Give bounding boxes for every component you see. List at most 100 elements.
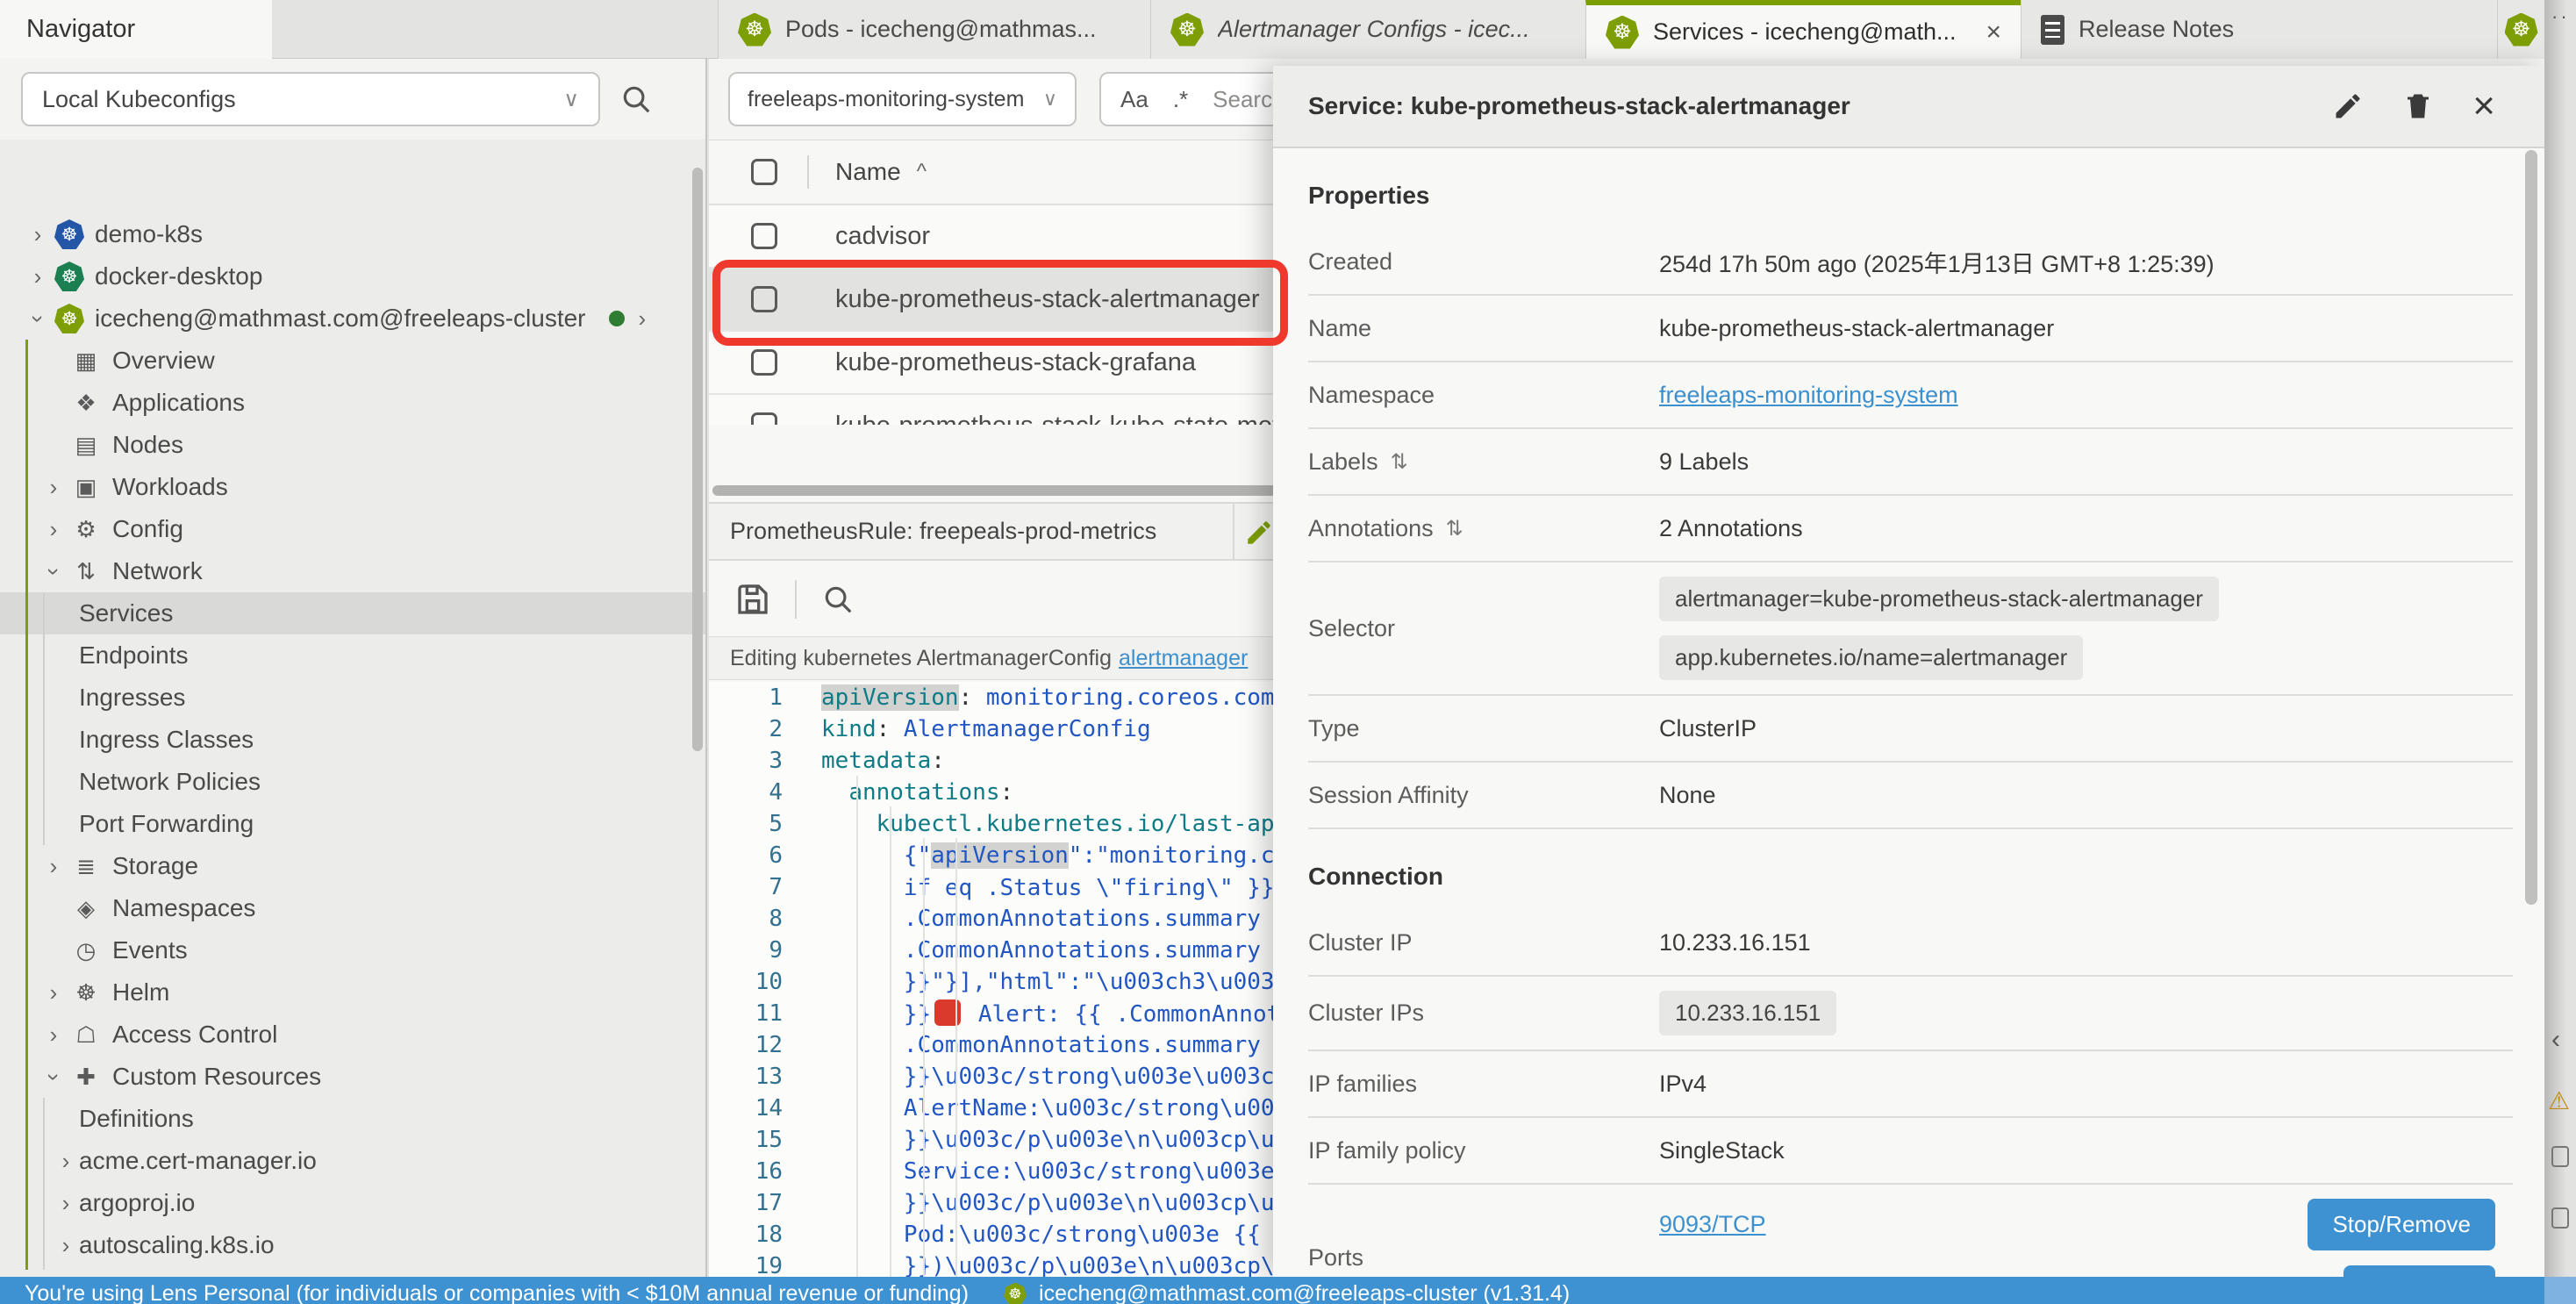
regex-icon[interactable]: .* <box>1173 86 1188 113</box>
stop-remove-button[interactable]: Stop/Remove <box>2308 1199 2495 1250</box>
code-token: .CommonAnnotations.summary }} <box>821 906 1302 932</box>
chevron-down-icon[interactable]: › <box>37 558 70 585</box>
property-label-text: Ports <box>1308 1244 1363 1272</box>
chevron-right-icon[interactable]: › <box>21 263 54 290</box>
sidebar-item-label: Network Policies <box>79 768 261 796</box>
tab-services[interactable]: ☸Services - icecheng@math...× <box>1585 0 2021 59</box>
chevron-right-icon[interactable]: › <box>21 221 54 248</box>
line-number: 13 <box>709 1064 805 1090</box>
tab-pods[interactable]: ☸Pods - icecheng@mathmas... <box>718 0 1150 59</box>
row-checkbox[interactable] <box>751 223 777 249</box>
tab-release-notes[interactable]: Release Notes <box>2021 0 2497 59</box>
forward-button[interactable]: Forward... <box>2343 1265 2495 1278</box>
sidebar-item-ingresses[interactable]: Ingresses <box>0 677 705 719</box>
property-label-text: IP family policy <box>1308 1137 1466 1164</box>
cluster-status[interactable]: ☸ icecheng@mathmast.com@freeleaps-cluste… <box>1004 1281 1570 1304</box>
active-cluster-accent-line <box>25 340 28 1270</box>
sidebar-item-port-forwarding[interactable]: Port Forwarding <box>0 803 705 845</box>
match-case-icon[interactable]: Aa <box>1120 86 1148 113</box>
close-icon[interactable]: × <box>1986 18 2001 47</box>
sidebar-item-access-control[interactable]: ›☖Access Control <box>0 1014 705 1056</box>
sidebar-item-helm[interactable]: ›☸Helm <box>0 971 705 1014</box>
sidebar-item-storage[interactable]: ›≣Storage <box>0 845 705 887</box>
sidebar-item-docker-desktop[interactable]: ›☸docker-desktop <box>0 255 705 297</box>
line-number: 14 <box>709 1095 805 1121</box>
chevron-down-icon[interactable]: › <box>21 305 54 333</box>
sidebar-item-definitions[interactable]: Definitions <box>0 1098 705 1140</box>
sidebar-item-label: Workloads <box>112 473 228 501</box>
editor-search-icon[interactable] <box>821 583 855 616</box>
chevron-right-icon[interactable]: › <box>53 1190 79 1217</box>
property-row-labels: Labels⇅9 Labels <box>1308 429 2513 496</box>
sidebar-item-workloads[interactable]: ›▣Workloads <box>0 466 705 508</box>
sidebar-item-acme-cert-manager-io[interactable]: ›acme.cert-manager.io <box>0 1140 705 1182</box>
sidebar-item-config[interactable]: ›⚙Config <box>0 508 705 550</box>
code-text: }} Alert: {{ .CommonAnnotati <box>805 999 1321 1028</box>
sidebar-item-label: Events <box>112 936 188 964</box>
tab-bar: ☸Pods - icecheng@mathmas...☸Alertmanager… <box>718 0 2544 59</box>
sidebar-item-autoscaling-k8s-io[interactable]: ›autoscaling.k8s.io <box>0 1224 705 1266</box>
detail-scrollbar[interactable] <box>2525 150 2537 905</box>
sort-icon[interactable]: ⇅ <box>1391 449 1408 475</box>
sidebar-item-network-policies[interactable]: Network Policies <box>0 761 705 803</box>
edit-icon[interactable] <box>1244 518 1274 548</box>
sidebar-item-services[interactable]: Services <box>0 592 705 634</box>
chevron-right-icon[interactable]: › <box>37 516 70 543</box>
sidebar-item-icecheng-mathmast-com-freeleaps-cluster[interactable]: ›☸icecheng@mathmast.com@freeleaps-cluste… <box>0 297 705 340</box>
code-text: .CommonAnnotations.summary }} <box>805 1032 1302 1058</box>
column-header-name[interactable]: Name <box>835 158 901 186</box>
sidebar-scrollbar[interactable] <box>692 168 703 751</box>
chevron-right-icon[interactable]: › <box>37 474 70 501</box>
property-row-type: TypeClusterIP <box>1308 696 2513 763</box>
chevron-down-icon[interactable]: › <box>37 1064 70 1091</box>
line-number: 4 <box>709 779 805 806</box>
sidebar-item-demo-k8s[interactable]: ›☸demo-k8s <box>0 213 705 255</box>
port-link[interactable]: 9093/TCP <box>1659 1211 1766 1238</box>
property-row-cluster-ips: Cluster IPs10.233.16.151 <box>1308 977 2513 1051</box>
sidebar-item-namespaces[interactable]: ◈Namespaces <box>0 887 705 929</box>
chevron-right-icon[interactable]: › <box>639 305 647 333</box>
chevron-right-icon[interactable]: › <box>37 853 70 880</box>
code-token: kind <box>821 716 877 742</box>
document-icon <box>2041 15 2064 45</box>
sidebar-item-nodes[interactable]: ▤Nodes <box>0 424 705 466</box>
sidebar-item-label: Endpoints <box>79 641 189 670</box>
row-checkbox[interactable] <box>751 349 777 376</box>
sidebar-item-endpoints[interactable]: Endpoints <box>0 634 705 677</box>
sidebar-item-custom-resources[interactable]: ›✚Custom Resources <box>0 1056 705 1098</box>
sidebar-item-ingress-classes[interactable]: Ingress Classes <box>0 719 705 761</box>
edit-icon[interactable] <box>2332 90 2364 122</box>
sidebar-item-events[interactable]: ◷Events <box>0 929 705 971</box>
chevron-right-icon[interactable]: › <box>37 979 70 1007</box>
search-icon[interactable] <box>619 82 653 116</box>
code-text: .CommonAnnotations.summary }} <box>805 906 1302 932</box>
chevron-right-icon[interactable]: › <box>53 1148 79 1175</box>
code-text: Pod:\u003c/strong\u003e {{ .Co <box>805 1222 1316 1248</box>
property-value: alertmanager=kube-prometheus-stack-alert… <box>1659 562 2513 694</box>
close-icon[interactable]: × <box>2472 87 2495 125</box>
chevron-right-icon[interactable]: › <box>37 1021 70 1049</box>
sort-icon[interactable]: ⇅ <box>1446 516 1463 541</box>
sidebar-item-cert-manager-io[interactable]: ›cert-manager.io <box>0 1266 705 1277</box>
tab-extra[interactable]: ☸ <box>2497 0 2544 59</box>
property-link[interactable]: freeleaps-monitoring-system <box>1659 382 1958 408</box>
editing-resource-link[interactable]: alertmanager <box>1119 646 1248 671</box>
line-number: 18 <box>709 1222 805 1248</box>
sidebar-item-argoproj-io[interactable]: ›argoproj.io <box>0 1182 705 1224</box>
row-checkbox[interactable] <box>751 412 777 425</box>
property-value: freeleaps-monitoring-system <box>1659 382 2513 409</box>
chevron-right-icon[interactable]: › <box>53 1232 79 1259</box>
save-icon[interactable] <box>735 582 770 617</box>
namespace-select[interactable]: freeleaps-monitoring-system ∨ <box>728 72 1077 126</box>
sidebar-item-overview[interactable]: ▦Overview <box>0 340 705 382</box>
horizontal-scrollbar[interactable] <box>712 485 1327 496</box>
delete-icon[interactable] <box>2402 90 2434 122</box>
sort-asc-icon[interactable]: ^ <box>917 160 927 184</box>
sidebar-item-network[interactable]: ›⇅Network <box>0 550 705 592</box>
select-all-checkbox[interactable] <box>751 159 777 185</box>
code-token: : <box>959 684 973 711</box>
kubeconfig-select[interactable]: Local Kubeconfigs ∨ <box>21 72 600 126</box>
tab-alertmanager-configs[interactable]: ☸Alertmanager Configs - icec... <box>1150 0 1585 59</box>
sidebar-item-applications[interactable]: ❖Applications <box>0 382 705 424</box>
line-number: 5 <box>709 811 805 837</box>
